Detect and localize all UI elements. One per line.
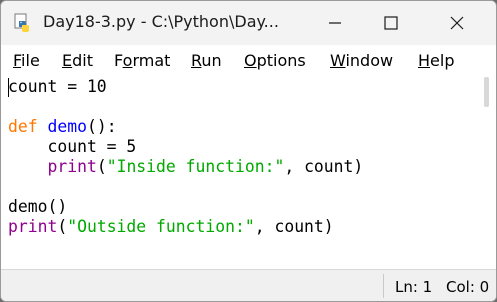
line-number-status: Ln: 1 <box>395 278 433 296</box>
menu-file[interactable]: File <box>13 51 40 70</box>
menu-window[interactable]: Window <box>330 51 393 70</box>
close-icon <box>450 16 464 30</box>
menu-format[interactable]: Format <box>114 51 170 70</box>
maximize-button[interactable] <box>363 1 419 45</box>
title-bar[interactable]: Day18-3.py - C:\Python\Day... <box>1 1 496 45</box>
code-line-8: print("Outside function:", count) <box>8 217 334 236</box>
menu-help[interactable]: Help <box>418 51 454 70</box>
code-line-7: demo() <box>8 197 68 216</box>
vertical-scrollbar[interactable] <box>477 77 496 269</box>
menu-bar: File Edit Format Run Options Window Help <box>1 45 496 75</box>
status-bar: Ln: 1 Col: 0 <box>1 269 496 301</box>
scrollbar-thumb[interactable] <box>484 77 489 107</box>
menu-run[interactable]: Run <box>191 51 222 70</box>
code-editor[interactable]: count = 10 def demo(): count = 5 print("… <box>2 77 476 269</box>
menu-edit[interactable]: Edit <box>62 51 93 70</box>
code-line-4: count = 5 <box>8 137 137 156</box>
window-title: Day18-3.py - C:\Python\Day... <box>43 12 279 31</box>
minimize-button[interactable] <box>307 1 363 45</box>
code-line-5: print("Inside function:", count) <box>47 157 364 176</box>
column-number-status: Col: 0 <box>446 278 490 296</box>
text-cursor <box>8 78 9 97</box>
close-button[interactable] <box>429 1 485 45</box>
status-separator <box>383 274 384 298</box>
code-line-3: def demo(): <box>8 117 117 136</box>
menu-options[interactable]: Options <box>244 51 306 70</box>
idle-editor-window: Day18-3.py - C:\Python\Day... File Edit … <box>0 0 497 302</box>
maximize-icon <box>384 16 398 30</box>
minimize-icon <box>329 22 341 24</box>
python-idle-icon <box>14 13 29 32</box>
code-line-1: count = 10 <box>8 77 107 96</box>
